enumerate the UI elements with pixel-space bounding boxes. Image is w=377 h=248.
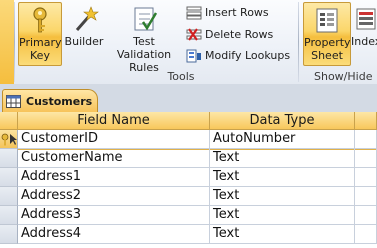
field-name-cell[interactable]: CustomerName — [18, 149, 210, 168]
modify-lookups-icon — [186, 49, 201, 62]
row-selector[interactable] — [0, 130, 18, 149]
insert-rows-icon — [186, 6, 202, 19]
row-selector-header — [0, 112, 18, 130]
row-selector[interactable] — [0, 187, 18, 206]
data-type-cell[interactable]: Text — [210, 168, 355, 187]
builder-button[interactable]: Builder — [63, 2, 105, 66]
data-type-header[interactable]: Data Type — [210, 112, 355, 130]
property-sheet-icon — [316, 8, 338, 33]
magic-wand-icon — [75, 6, 99, 31]
table-row[interactable]: Address4 Text — [0, 225, 377, 244]
test-validation-rules-label: Test Validation Rules — [116, 35, 172, 74]
row-selector[interactable] — [0, 206, 18, 225]
delete-rows-icon — [186, 27, 202, 41]
indexes-button[interactable]: Indexes — [351, 2, 377, 66]
tab-customers-label: Customers — [26, 94, 93, 108]
description-cell[interactable] — [355, 149, 377, 168]
primary-key-label: Primary Key — [19, 36, 62, 62]
table-row[interactable]: CustomerName Text — [0, 149, 377, 168]
table-icon — [6, 94, 21, 108]
data-type-cell[interactable]: Text — [210, 206, 355, 225]
data-type-cell[interactable]: Text — [210, 225, 355, 244]
description-cell[interactable] — [355, 206, 377, 225]
property-sheet-button[interactable]: Property Sheet — [303, 2, 351, 66]
delete-rows-button[interactable]: Delete Rows — [186, 25, 273, 44]
field-name-header[interactable]: Field Name — [18, 112, 210, 130]
table-design-grid: Field Name Data Type CustomerID AutoNumb… — [0, 112, 377, 248]
row-selector[interactable] — [0, 149, 18, 168]
table-row[interactable]: CustomerID AutoNumber — [0, 130, 377, 150]
data-type-cell[interactable]: Text — [210, 149, 355, 168]
group-divider — [298, 2, 299, 82]
validation-checklist-icon — [134, 7, 158, 31]
delete-rows-label: Delete Rows — [205, 28, 274, 41]
table-row[interactable]: Address1 Text — [0, 168, 377, 187]
insert-rows-label: Insert Rows — [205, 6, 269, 19]
row-selector[interactable] — [0, 168, 18, 187]
modify-lookups-button[interactable]: Modify Lookups — [186, 46, 290, 65]
indexes-icon — [356, 8, 376, 30]
tab-customers[interactable]: Customers — [2, 89, 98, 112]
primary-key-indicator-icon — [1, 133, 17, 146]
description-cell[interactable] — [355, 168, 377, 187]
description-header[interactable] — [355, 112, 377, 130]
show-hide-group-label: Show/Hide — [314, 70, 373, 83]
primary-key-button[interactable]: Primary Key — [18, 2, 62, 66]
property-sheet-label: Property Sheet — [304, 36, 351, 62]
insert-rows-button[interactable]: Insert Rows — [186, 3, 269, 22]
previous-group-edge — [0, 0, 14, 84]
key-icon — [33, 7, 47, 33]
group-divider — [14, 2, 15, 82]
field-name-cell[interactable]: Address3 — [18, 206, 210, 225]
table-row[interactable]: Address3 Text — [0, 206, 377, 225]
field-name-cell[interactable]: Address4 — [18, 225, 210, 244]
indexes-label: Indexes — [351, 35, 377, 48]
field-name-cell[interactable]: CustomerID — [18, 130, 210, 149]
field-name-cell[interactable]: Address1 — [18, 168, 210, 187]
description-cell[interactable] — [355, 187, 377, 206]
description-cell[interactable] — [355, 130, 377, 149]
data-type-cell[interactable]: Text — [210, 187, 355, 206]
builder-label: Builder — [64, 35, 104, 48]
table-row[interactable]: Address2 Text — [0, 187, 377, 206]
test-validation-rules-button[interactable]: Test Validation Rules — [105, 2, 183, 74]
tools-group-label: Tools — [167, 70, 195, 83]
row-selector[interactable] — [0, 225, 18, 244]
description-cell[interactable] — [355, 225, 377, 244]
field-name-cell[interactable]: Address2 — [18, 187, 210, 206]
ribbon: Primary Key Builder Test Validation Rule… — [0, 0, 377, 85]
modify-lookups-label: Modify Lookups — [205, 49, 291, 62]
document-tab-bar: Customers — [0, 84, 377, 113]
data-type-cell[interactable]: AutoNumber — [210, 130, 355, 149]
